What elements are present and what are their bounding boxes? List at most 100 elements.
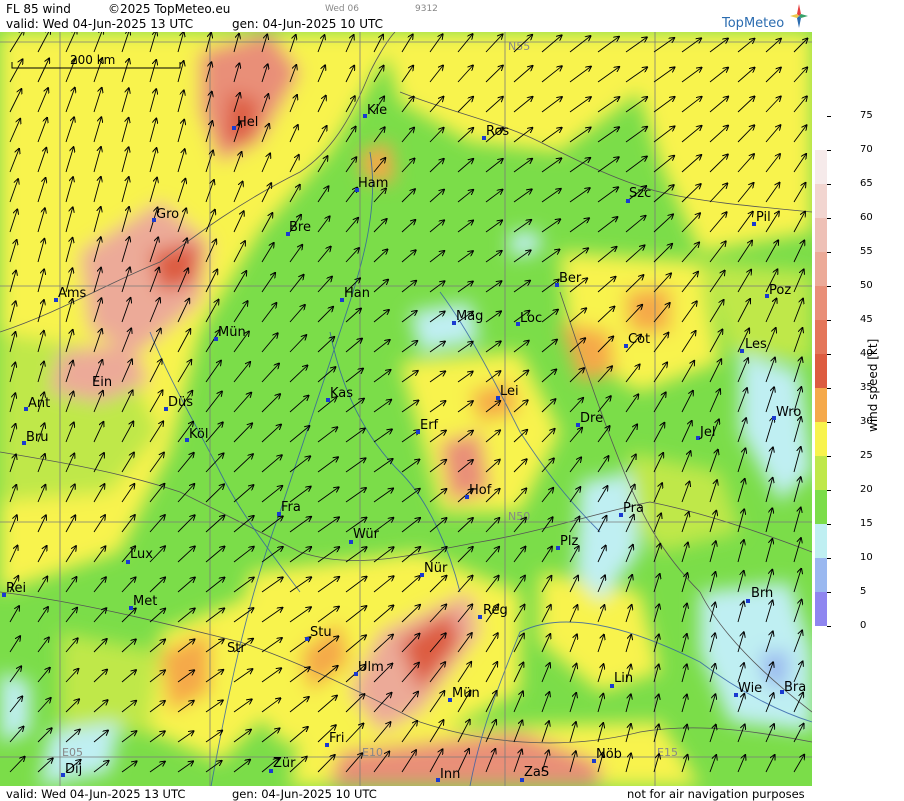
legend-tick-mark	[827, 218, 831, 219]
legend-swatch	[815, 558, 827, 592]
legend-swatch	[815, 184, 827, 218]
wind-map-canvas[interactable]: N55 N50 E05 E10 E15 200 km Hel Kie Ros H…	[0, 32, 812, 786]
legend-tick-mark	[827, 456, 831, 457]
legend-colorbar	[815, 116, 827, 626]
product-title: FL 85 wind	[6, 2, 71, 16]
legend-tick-mark	[827, 422, 831, 423]
city-marker	[478, 615, 482, 619]
gridline-label: E15	[657, 746, 678, 759]
legend-tick-label: 60	[860, 212, 873, 223]
city-label: Dij	[65, 762, 82, 777]
footer-valid-time: valid: Wed 04-Jun-2025 13 UTC	[6, 787, 186, 801]
legend-tick-mark	[827, 116, 831, 117]
legend-tick-label: 65	[860, 178, 873, 189]
copyright: ©2025 TopMeteo.eu	[108, 2, 231, 16]
legend-swatch	[815, 490, 827, 524]
legend-tick-label: 45	[860, 314, 873, 325]
legend-tick-mark	[827, 286, 831, 287]
day-indicator: Wed 06	[325, 4, 359, 14]
legend-tick-label: 75	[860, 110, 873, 121]
scale-label: 200 km	[70, 53, 115, 67]
legend-swatch	[815, 252, 827, 286]
legend-tick-label: 25	[860, 450, 873, 461]
city-label: Bru	[26, 430, 49, 445]
city-label: Wro	[776, 405, 801, 420]
city-label: Kie	[367, 103, 387, 118]
city-label: Les	[745, 337, 767, 352]
city-label: Ulm	[358, 660, 384, 675]
city-label: Hel	[237, 115, 258, 130]
city-label: Dre	[580, 411, 603, 426]
legend-swatch	[815, 150, 827, 184]
city-label: Lei	[500, 384, 519, 399]
city-label: Lin	[614, 671, 633, 686]
city-label: Ros	[486, 124, 509, 139]
city-label: Reg	[483, 603, 508, 618]
city-label: Poz	[769, 283, 791, 298]
legend-tick-mark	[827, 354, 831, 355]
generated-time: gen: 04-Jun-2025 10 UTC	[232, 17, 384, 31]
city-label: Loc	[520, 311, 542, 326]
legend-tick-label: 0	[860, 620, 867, 631]
city-label: Mag	[456, 309, 483, 324]
legend-tick-label: 70	[860, 144, 873, 155]
city-marker	[740, 349, 744, 353]
city-label: Brn	[751, 586, 773, 601]
city-label: Ein	[92, 375, 112, 390]
legend-swatch	[815, 524, 827, 558]
gridline-label: E05	[62, 746, 83, 759]
legend-swatch	[815, 388, 827, 422]
gridline-label: E10	[362, 746, 383, 759]
legend-swatch	[815, 218, 827, 252]
map-footer: valid: Wed 04-Jun-2025 13 UTC gen: 04-Ju…	[0, 786, 812, 801]
city-label: Nür	[424, 561, 448, 576]
gridline-label: N50	[508, 510, 530, 523]
legend-title: wind speed [kt]	[866, 339, 886, 440]
city-label: Szc	[629, 186, 651, 201]
city-label: Bre	[289, 220, 311, 235]
legend-swatch	[815, 456, 827, 490]
city-label: Bra	[784, 680, 806, 695]
legend-tick-mark	[827, 558, 831, 559]
city-label: Plz	[560, 534, 578, 549]
valid-time: valid: Wed 04-Jun-2025 13 UTC	[6, 17, 194, 31]
city-label: Hof	[469, 483, 492, 498]
city-label: Jel	[699, 425, 715, 440]
city-label: Pra	[623, 501, 644, 516]
legend-tick-mark	[827, 150, 831, 151]
city-label: Düs	[168, 395, 193, 410]
city-marker	[746, 599, 750, 603]
legend-tick-mark	[827, 524, 831, 525]
legend-swatch	[815, 320, 827, 354]
legend-swatch	[815, 116, 827, 150]
city-label: Ham	[358, 176, 388, 191]
footer-notice: not for air navigation purposes	[627, 787, 805, 801]
city-label: Nöb	[596, 747, 622, 762]
city-label: Mün	[452, 686, 480, 701]
legend-tick-label: 55	[860, 246, 873, 257]
city-label: Fra	[281, 500, 301, 515]
city-label: Rei	[6, 581, 26, 596]
footer-generated-time: gen: 04-Jun-2025 10 UTC	[232, 787, 377, 801]
legend-title-text: wind speed [kt]	[866, 338, 880, 432]
wind-map[interactable]: N55 N50 E05 E10 E15 200 km Hel Kie Ros H…	[0, 32, 812, 786]
topmeteo-logo[interactable]: TopMeteo	[722, 2, 810, 31]
city-label: Köl	[189, 427, 208, 442]
city-label: Wie	[738, 681, 762, 696]
city-label: Cot	[628, 332, 650, 347]
city-label: Pil	[756, 210, 771, 225]
city-label: Erf	[420, 418, 439, 433]
gridline-label: N55	[508, 40, 530, 53]
city-label: Ams	[58, 286, 87, 301]
legend-tick-mark	[827, 252, 831, 253]
legend-tick-mark	[827, 626, 831, 627]
legend-swatch	[815, 592, 827, 626]
city-label: Lux	[130, 547, 153, 562]
legend-swatch	[815, 354, 827, 388]
legend-tick-label: 10	[860, 552, 873, 563]
color-legend: 75 70 65 60 55 50 45 40 35 30 25 20 15 10 5 0 wind spee…	[812, 0, 904, 801]
legend-tick-label: 20	[860, 484, 873, 495]
city-label: Inn	[440, 767, 460, 782]
compass-star-icon	[790, 4, 808, 28]
city-label: ZaS	[524, 765, 549, 780]
